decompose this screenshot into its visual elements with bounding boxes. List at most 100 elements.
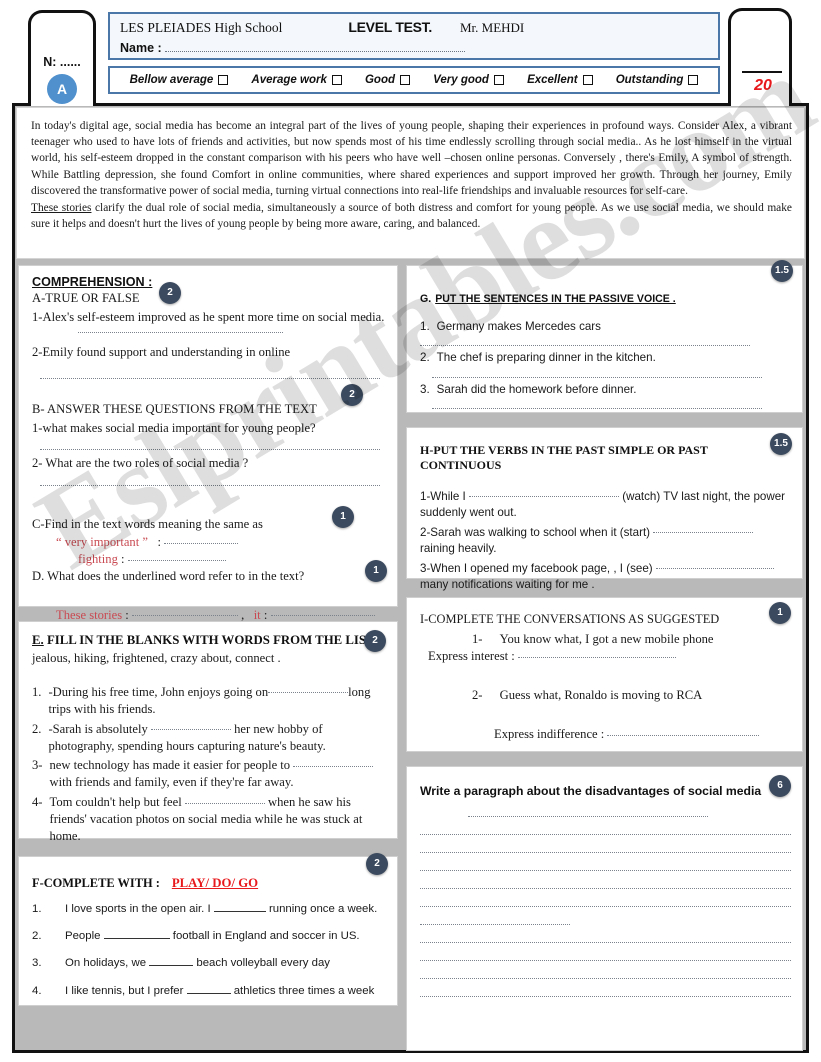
answer-line[interactable] [655, 568, 774, 570]
section-g-card: 1.5 G. PUT THE SENTENCES IN THE PASSIVE … [406, 260, 803, 413]
section-h-q2-after: raining heavily. [420, 542, 497, 556]
blank-input[interactable] [103, 928, 170, 940]
grade-option-0[interactable]: Bellow average [130, 74, 229, 86]
answer-line[interactable] [78, 332, 283, 334]
answer-line[interactable] [40, 370, 380, 379]
item-number: 2. [420, 351, 430, 365]
section-g-items: 1. Germany makes Mercedes cars 2. The chef … [420, 319, 791, 410]
section-a-heading: A-TRUE OR FALSE [32, 291, 140, 305]
writing-line[interactable] [468, 808, 708, 817]
writing-line[interactable] [420, 844, 791, 853]
writing-line[interactable] [420, 826, 791, 835]
writing-line[interactable] [420, 880, 791, 889]
item-text-before: I like tennis, but I prefer [65, 984, 187, 997]
section-h-q1-before: 1-While I [420, 490, 466, 503]
answer-line[interactable] [131, 615, 238, 617]
answer-line[interactable] [127, 559, 226, 561]
blank-input[interactable] [186, 983, 231, 994]
section-b-question-2: 2- What are the two roles of social medi… [32, 456, 249, 471]
answer-line[interactable] [270, 615, 375, 617]
name-label: Name : [120, 41, 162, 55]
item-number: 1. [32, 903, 42, 915]
item-text-after: with friends and family, even if they're… [49, 775, 294, 790]
answer-line[interactable] [40, 477, 380, 487]
grade-option-1[interactable]: Average work [251, 74, 342, 86]
section-g-item: 3. Sarah did the homework before dinner. [420, 382, 791, 398]
comprehension-title: COMPREHENSION : [32, 275, 153, 289]
section-f-heading-row: F-COMPLETE WITH : PLAY/ DO/ GO [32, 874, 386, 892]
page-header: N: ...... A LES PLEIADES High School LEV… [0, 0, 821, 108]
header-title-row: LES PLEIADES High School LEVEL TEST. Mr.… [120, 19, 708, 36]
score-total: 20 [754, 77, 772, 94]
writing-line[interactable] [420, 934, 791, 943]
writing-heading: Write a paragraph about the disadvantage… [420, 784, 762, 798]
item-text-before: -Sarah is absolutely [48, 721, 151, 736]
answer-line[interactable] [468, 496, 619, 498]
name-input[interactable] [164, 41, 465, 52]
blank-input[interactable] [149, 955, 194, 967]
answer-line[interactable] [150, 729, 231, 731]
item-text: Germany makes Mercedes cars [436, 320, 601, 333]
writing-line[interactable] [420, 862, 791, 871]
checkbox-icon[interactable] [400, 75, 411, 85]
section-f-item: 3. On holidays, we beach volleyball every… [32, 955, 386, 971]
writing-line[interactable] [420, 970, 791, 979]
item-text-after: beach volleyball every day [193, 957, 330, 970]
score-badge-e: 2 [364, 630, 386, 652]
answer-line[interactable] [268, 692, 349, 694]
student-number-label: N: ...... [43, 55, 81, 69]
item-text: new technology has made it easier for pe… [50, 757, 387, 791]
writing-line[interactable] [420, 988, 791, 997]
writing-line[interactable] [420, 898, 791, 907]
answer-line[interactable] [607, 734, 760, 736]
item-number: 2. [32, 930, 42, 943]
section-h-q1-after: (watch) TV last night, the power suddenl… [420, 490, 786, 520]
grade-option-3[interactable]: Very good [433, 74, 504, 86]
writing-line[interactable] [420, 916, 570, 925]
answer-line[interactable] [40, 441, 380, 451]
section-i-prompt-2-label: Express indifference : [494, 727, 605, 742]
checkbox-icon[interactable] [688, 75, 699, 85]
section-i-heading: I-COMPLETE THE CONVERSATIONS AS SUGGESTE… [420, 612, 720, 626]
section-e-card: 2 E. FILL IN THE BLANKS WITH WORDS FROM … [18, 621, 398, 843]
checkbox-icon[interactable] [582, 75, 593, 85]
item-text: -During his free time, John enjoys going… [48, 684, 386, 718]
section-i-item-2: 2- Guess what, Ronaldo is moving to RCA [472, 687, 791, 704]
section-h-q3-before: 3-When I opened my facebook page, , I (s… [420, 561, 653, 575]
checkbox-icon[interactable] [331, 75, 342, 85]
writing-line[interactable] [420, 952, 791, 961]
section-i-prompt-1: Express interest : [428, 648, 791, 665]
section-i-item-1: 1- You know what, I got a new mobile pho… [472, 631, 791, 648]
header-title-box: LES PLEIADES High School LEVEL TEST. Mr.… [108, 12, 720, 60]
answer-line[interactable] [420, 337, 750, 347]
test-title: LEVEL TEST. [348, 19, 432, 35]
score-badge-b: 2 [341, 384, 363, 406]
answer-line[interactable] [293, 765, 374, 767]
checkbox-icon[interactable] [218, 75, 229, 85]
section-i-item-2-num: 2- [472, 688, 483, 703]
grade-option-4[interactable]: Excellent [527, 74, 593, 86]
section-h-card: 1.5 H-PUT THE VERBS IN THE PAST SIMPLE O… [406, 427, 803, 591]
blank-input[interactable] [213, 901, 266, 912]
item-text-before: On holidays, we [65, 957, 150, 970]
answer-line[interactable] [164, 542, 239, 544]
item-number: 2. [32, 721, 42, 736]
checkbox-icon[interactable] [493, 75, 504, 85]
answer-line[interactable] [184, 802, 265, 804]
item-number: 4- [32, 795, 43, 810]
item-text-before: -During his free time, John enjoys going… [48, 684, 269, 699]
section-divider [406, 413, 803, 427]
item-text-before: new technology has made it easier for pe… [49, 758, 294, 773]
answer-line[interactable] [653, 532, 754, 534]
item-text: -Sarah is absolutely her new hobby of ph… [48, 721, 386, 755]
grade-option-2[interactable]: Good [365, 74, 411, 86]
answer-line[interactable] [432, 400, 762, 410]
answer-line[interactable] [432, 369, 762, 378]
answer-line[interactable] [517, 657, 676, 659]
grade-option-5[interactable]: Outstanding [616, 74, 699, 86]
writing-card: 6 Write a paragraph about the disadvanta… [406, 766, 803, 1051]
section-f-item: 1. I love sports in the open air. I runni… [32, 901, 386, 917]
section-h-q3-after: many notifications waiting for me . [420, 578, 595, 592]
section-i-item-2-text: Guess what, Ronaldo is moving to RCA [499, 688, 703, 703]
passage-underlined-phrase: These stories [31, 201, 92, 214]
